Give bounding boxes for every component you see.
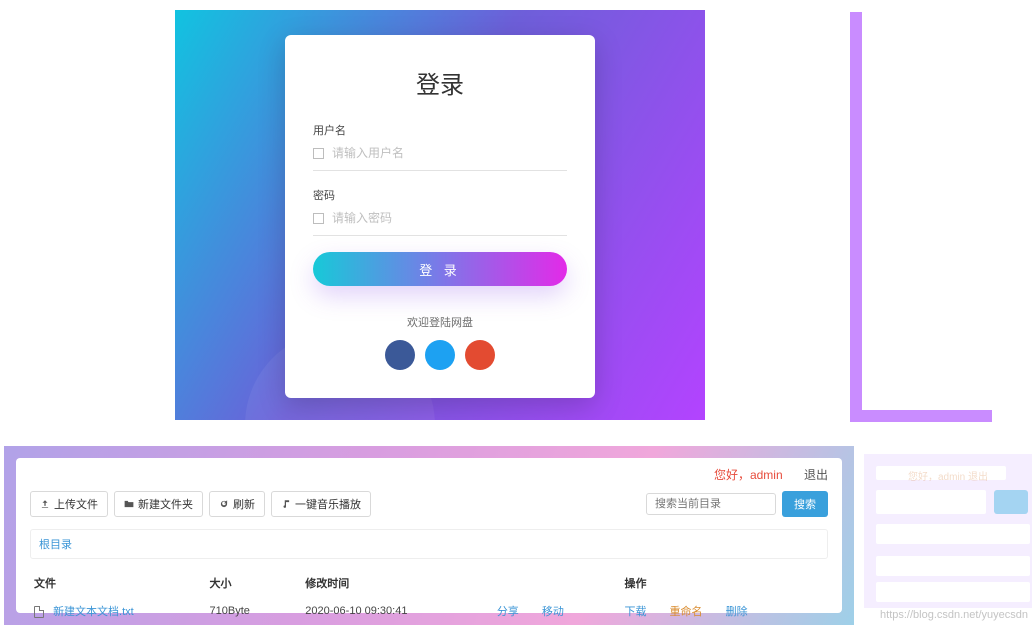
refresh-label: 刷新	[233, 496, 255, 512]
greeting-user: admin	[750, 468, 783, 482]
col-mtime: 修改时间	[301, 569, 493, 597]
header-greeting: 您好，admin 退出	[30, 466, 828, 483]
music-play-label: 一键音乐播放	[295, 496, 361, 512]
greeting-prefix: 您好，	[714, 468, 750, 482]
file-name-link[interactable]: 新建文本文档.txt	[53, 606, 134, 618]
ghost-row-2	[876, 556, 1030, 576]
file-manager-card: 您好，admin 退出 上传文件 新建文件夹 刷新 一键音乐播放 搜索	[16, 458, 842, 613]
login-submit-button[interactable]: 登 录	[313, 252, 567, 286]
search-button[interactable]: 搜索	[782, 491, 828, 517]
file-icon	[34, 606, 44, 618]
table-header-row: 文件 大小 修改时间 操作	[30, 569, 828, 597]
upload-label: 上传文件	[54, 496, 98, 512]
file-table: 文件 大小 修改时间 操作 新建文本文档.txt 710Byte 2020-06…	[30, 569, 828, 625]
cell-size: 710Byte	[206, 597, 302, 625]
logout-link[interactable]: 退出	[804, 468, 828, 482]
col-spacer	[493, 569, 621, 597]
welcome-text: 欢迎登陆网盘	[313, 314, 567, 330]
password-label: 密码	[313, 187, 567, 203]
ghost-row-3	[876, 582, 1030, 602]
ghost-row-1	[876, 524, 1030, 544]
action-download[interactable]: 下载	[624, 606, 646, 618]
file-manager-background: 您好，admin 退出 上传文件 新建文件夹 刷新 一键音乐播放 搜索	[4, 446, 854, 625]
cell-inline-actions: 分享 移动	[493, 597, 621, 625]
username-row	[313, 142, 567, 171]
login-card: 登录 用户名 密码 登 录 欢迎登陆网盘	[285, 35, 595, 398]
toolbar: 上传文件 新建文件夹 刷新 一键音乐播放 搜索	[30, 491, 828, 517]
music-icon	[281, 499, 291, 509]
lock-icon	[313, 213, 324, 224]
login-background: 登录 用户名 密码 登 录 欢迎登陆网盘	[175, 10, 705, 420]
login-title: 登录	[313, 65, 567, 100]
new-folder-button[interactable]: 新建文件夹	[114, 491, 203, 517]
cell-mtime: 2020-06-10 09:30:41	[301, 597, 493, 625]
user-icon	[313, 148, 324, 159]
refresh-icon	[219, 499, 229, 509]
ghost-search-input	[876, 490, 986, 514]
username-label: 用户名	[313, 122, 567, 138]
folder-icon	[124, 499, 134, 509]
col-file: 文件	[30, 569, 206, 597]
music-play-button[interactable]: 一键音乐播放	[271, 491, 371, 517]
ghost-greeting-text: 您好，admin 退出	[908, 468, 988, 483]
action-rename[interactable]: 重命名	[670, 606, 703, 618]
password-input[interactable]	[332, 211, 567, 225]
upload-icon	[40, 499, 50, 509]
accent-bar-vertical	[850, 12, 862, 412]
refresh-button[interactable]: 刷新	[209, 491, 265, 517]
social-circle-1[interactable]	[385, 340, 415, 370]
table-row: 新建文本文档.txt 710Byte 2020-06-10 09:30:41 分…	[30, 597, 828, 625]
action-share[interactable]: 分享	[497, 606, 519, 618]
password-row	[313, 207, 567, 236]
cell-file: 新建文本文档.txt	[30, 597, 206, 625]
ghost-search-button	[994, 490, 1028, 514]
social-circle-2[interactable]	[425, 340, 455, 370]
upload-button[interactable]: 上传文件	[30, 491, 108, 517]
breadcrumb[interactable]: 根目录	[30, 529, 828, 559]
accent-bar-horizontal	[850, 410, 992, 422]
ghost-search-row	[876, 490, 1030, 514]
social-circle-3[interactable]	[465, 340, 495, 370]
cell-ops: 下载 重命名 删除	[620, 597, 828, 625]
username-input[interactable]	[332, 146, 567, 160]
watermark-text: https://blog.csdn.net/yuyecsdn	[880, 609, 1028, 621]
search-input[interactable]	[646, 493, 776, 515]
col-ops: 操作	[620, 569, 828, 597]
action-move[interactable]: 移动	[542, 606, 564, 618]
action-delete[interactable]: 删除	[726, 606, 748, 618]
new-folder-label: 新建文件夹	[138, 496, 193, 512]
col-size: 大小	[206, 569, 302, 597]
social-circles	[313, 340, 567, 370]
